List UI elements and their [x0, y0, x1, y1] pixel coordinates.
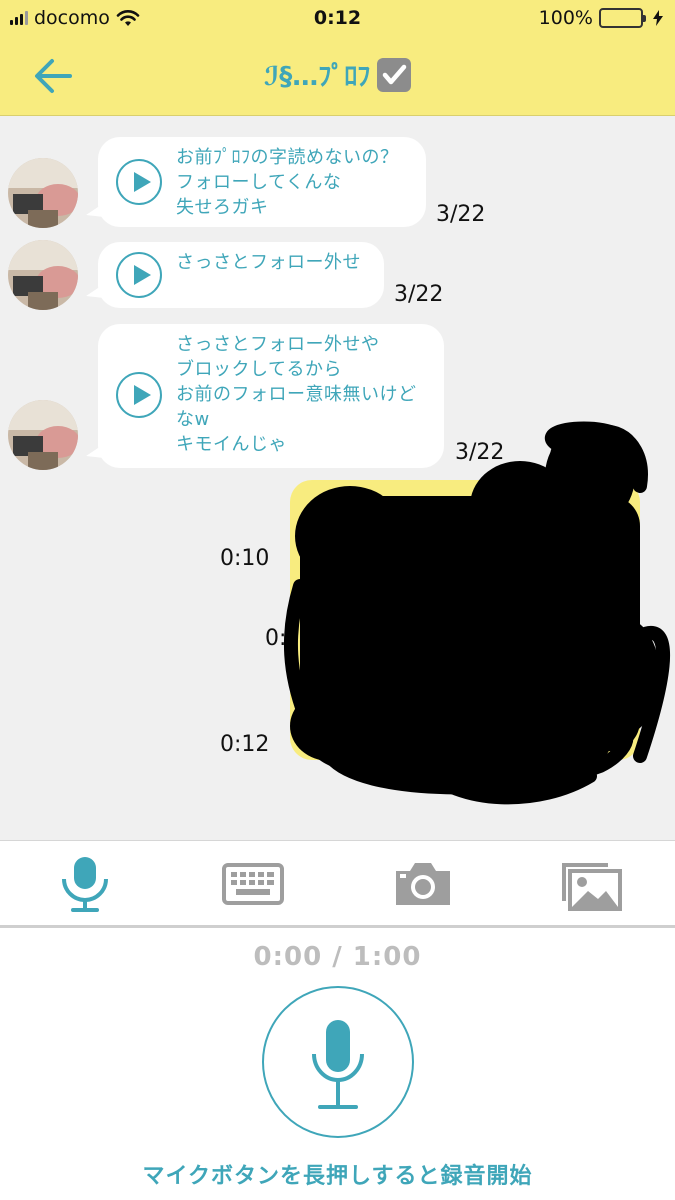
- avatar[interactable]: [8, 400, 78, 470]
- nav-bar: ℐ§…ﾌﾟﾛﾌ: [0, 40, 675, 116]
- recording-timer: 0:00 / 1:00: [253, 942, 422, 972]
- app-header: docomo 0:12 100% ℐ§…ﾌﾟﾛﾌ: [0, 0, 675, 116]
- message-date: 3/22: [436, 202, 486, 227]
- microphone-icon: [62, 857, 108, 912]
- camera-icon: [396, 863, 450, 905]
- play-icon[interactable]: [116, 252, 162, 298]
- input-mode-toolbar: [0, 840, 675, 928]
- tab-voice[interactable]: [50, 855, 120, 913]
- record-hint: マイクボタンを長押しすると録音開始: [142, 1164, 533, 1189]
- play-icon[interactable]: [116, 159, 162, 205]
- chat-area[interactable]: お前ﾌﾟﾛﾌの字読めないの？ フォローしてくんな 失せろガキ 3/22 さっさと…: [0, 116, 675, 840]
- message-bubble[interactable]: お前ﾌﾟﾛﾌの字読めないの？ フォローしてくんな 失せろガキ: [86, 137, 426, 227]
- message-bubble[interactable]: さっさとフォロー外せ: [86, 242, 384, 308]
- message-date: 3/22: [455, 440, 505, 465]
- check-box-icon: [377, 57, 412, 92]
- avatar[interactable]: [8, 240, 78, 310]
- tab-keyboard[interactable]: [218, 855, 288, 913]
- message-text: お前ﾌﾟﾛﾌの字読めないの？ フォローしてくんな 失せろガキ: [176, 147, 399, 218]
- battery-percent: 100%: [538, 7, 593, 29]
- status-bar: docomo 0:12 100%: [0, 0, 675, 40]
- play-icon[interactable]: [116, 372, 162, 418]
- chat-title: ℐ§…ﾌﾟﾛﾌ: [263, 62, 371, 92]
- message-date: 3/22: [394, 282, 444, 307]
- voice-duration: 0:10: [220, 546, 270, 571]
- microphone-icon: [312, 1020, 364, 1109]
- outgoing-message-bubble[interactable]: [290, 480, 640, 760]
- voice-recorder-panel: 0:00 / 1:00 マイクボタンを長押しすると録音開始: [0, 930, 675, 1200]
- message-text: さっさとフォロー外せや ブロックしてるから お前のフォロー意味無いけど なw キ…: [176, 334, 417, 455]
- tab-gallery[interactable]: [556, 855, 626, 913]
- tab-camera[interactable]: [388, 855, 458, 913]
- avatar[interactable]: [8, 158, 78, 228]
- message-text: さっさとフォロー外せ: [176, 252, 361, 273]
- voice-duration: 0:12: [220, 732, 270, 757]
- image-gallery-icon: [562, 863, 622, 911]
- record-button[interactable]: [262, 986, 414, 1138]
- charging-bolt-icon: [653, 10, 663, 26]
- keyboard-icon: [222, 863, 284, 905]
- battery-icon: [599, 8, 646, 28]
- message-bubble[interactable]: さっさとフォロー外せや ブロックしてるから お前のフォロー意味無いけど なw キ…: [86, 324, 444, 468]
